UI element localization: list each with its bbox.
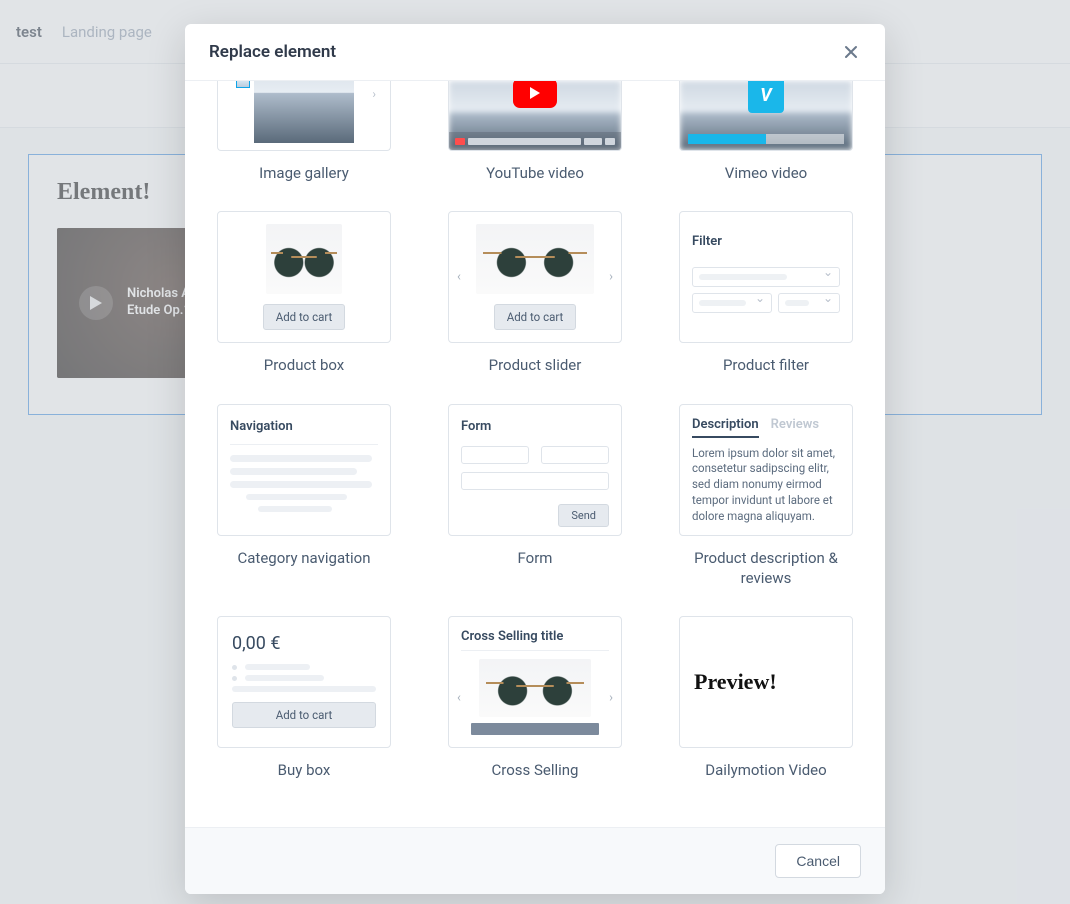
element-label: Buy box [278, 760, 331, 780]
modal-footer: Cancel [185, 827, 885, 894]
form-input-icon [461, 446, 529, 464]
vimeo-progress-icon [688, 134, 844, 144]
element-label: Product description & reviews [679, 548, 853, 589]
skeleton-line-icon [230, 481, 372, 488]
element-label: Image gallery [259, 163, 349, 183]
element-buy-box[interactable]: 0,00 € Add to cart Buy box [217, 616, 391, 780]
element-label: Dailymotion Video [705, 760, 826, 780]
send-button: Send [558, 504, 609, 527]
tab-reviews: Reviews [771, 417, 819, 438]
nav-heading: Navigation [230, 419, 378, 434]
element-product-slider[interactable]: ‹ › Add to cart Product slider [448, 211, 622, 375]
chevron-right-icon: › [372, 87, 376, 101]
element-youtube-video[interactable]: YouTube video [448, 81, 622, 183]
filter-select-icon [692, 267, 840, 287]
element-label: Category navigation [237, 548, 370, 568]
dailymotion-heading: Preview! [694, 669, 777, 695]
form-input-icon [541, 446, 609, 464]
filter-heading: Filter [692, 234, 840, 249]
skeleton-line-icon [258, 506, 332, 512]
element-label: Vimeo video [725, 163, 807, 183]
modal-header: Replace element [185, 24, 885, 81]
element-category-navigation[interactable]: Navigation Category navigation [217, 404, 391, 589]
modal-title: Replace element [209, 42, 336, 62]
skeleton-line-icon [230, 455, 372, 462]
product-image-icon [476, 224, 594, 294]
chevron-left-icon: ‹ [457, 270, 461, 285]
element-label: Cross Selling [492, 760, 579, 780]
youtube-play-icon [513, 81, 557, 108]
chevron-right-icon: › [609, 690, 613, 705]
add-to-cart-button: Add to cart [232, 702, 376, 728]
element-product-box[interactable]: Add to cart Product box [217, 211, 391, 375]
skeleton-line-icon [230, 468, 357, 475]
element-vimeo-video[interactable]: V Vimeo video [679, 81, 853, 183]
element-label: Form [518, 548, 553, 568]
element-dailymotion-video[interactable]: Preview! Dailymotion Video [679, 616, 853, 780]
element-form[interactable]: Form Send Form [448, 404, 622, 589]
filter-select-icon [692, 293, 772, 313]
element-label: YouTube video [486, 163, 584, 183]
element-image-gallery[interactable]: ‹ › Image gallery [217, 81, 391, 183]
close-icon[interactable] [841, 42, 861, 62]
form-input-icon [461, 472, 609, 490]
filter-select-icon [778, 293, 840, 313]
cancel-button[interactable]: Cancel [775, 844, 861, 878]
add-to-cart-button: Add to cart [263, 304, 346, 330]
product-image-icon [266, 224, 342, 294]
skeleton-line-icon [246, 494, 347, 500]
add-to-cart-button: Add to cart [494, 304, 577, 330]
element-cross-selling[interactable]: Cross Selling title ‹ › Cross Selling [448, 616, 622, 780]
price-value: 0,00 € [232, 633, 376, 654]
cross-heading: Cross Selling title [461, 629, 609, 644]
product-image-icon [479, 659, 591, 717]
chevron-left-icon: ‹ [457, 690, 461, 705]
element-description-reviews[interactable]: Description Reviews Lorem ipsum dolor si… [679, 404, 853, 589]
gallery-thumb-icon [236, 81, 250, 88]
cross-bar-icon [471, 723, 599, 735]
lorem-text: Lorem ipsum dolor sit amet, consetetur s… [692, 446, 840, 525]
tab-description: Description [692, 417, 759, 438]
form-heading: Form [461, 419, 609, 434]
element-label: Product box [264, 355, 344, 375]
youtube-progress-icon [449, 132, 621, 150]
element-label: Product slider [489, 355, 582, 375]
element-product-filter[interactable]: Filter Product filter [679, 211, 853, 375]
chevron-right-icon: › [609, 270, 613, 285]
vimeo-icon: V [748, 81, 784, 113]
element-label: Product filter [723, 355, 809, 375]
modal-body[interactable]: ‹ › Image gallery YouTube video [185, 81, 885, 827]
replace-element-modal: Replace element ‹ › Image gallery [185, 24, 885, 894]
